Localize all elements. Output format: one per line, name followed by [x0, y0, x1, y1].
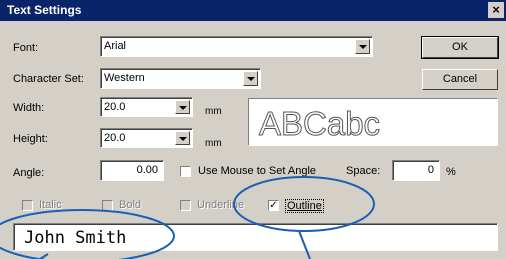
annotation-line-outline	[298, 230, 311, 259]
annotation-line-name	[39, 253, 49, 259]
annotation-circle-name	[0, 209, 175, 259]
annotation-circle-outline	[233, 176, 375, 232]
annotation-overlay	[0, 176, 375, 259]
